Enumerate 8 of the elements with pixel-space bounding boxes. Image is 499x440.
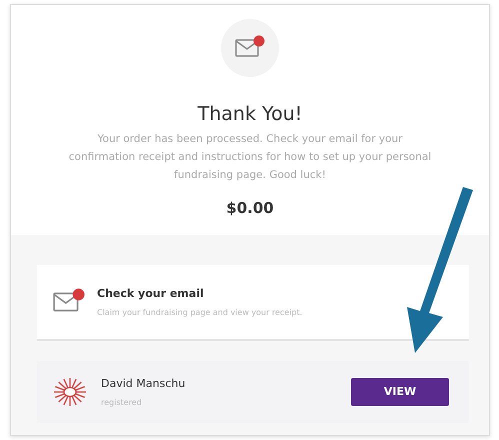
- email-card-title: Check your email: [97, 286, 205, 300]
- thank-you-title: Thank You!: [198, 103, 302, 125]
- registrant-name: David Manschu: [101, 376, 186, 390]
- confirmation-message: Your order has been processed. Check your email for your confirmation receipt and instructions for how to set up your personal fundraising page. Good luck!: [68, 132, 432, 183]
- registrant-status: registered: [101, 398, 143, 407]
- order-amount: $0.00: [226, 198, 274, 217]
- view-button[interactable]: VIEW: [351, 378, 449, 406]
- email-card-subtitle: Claim your fundraising page and view your receipt.: [97, 308, 302, 317]
